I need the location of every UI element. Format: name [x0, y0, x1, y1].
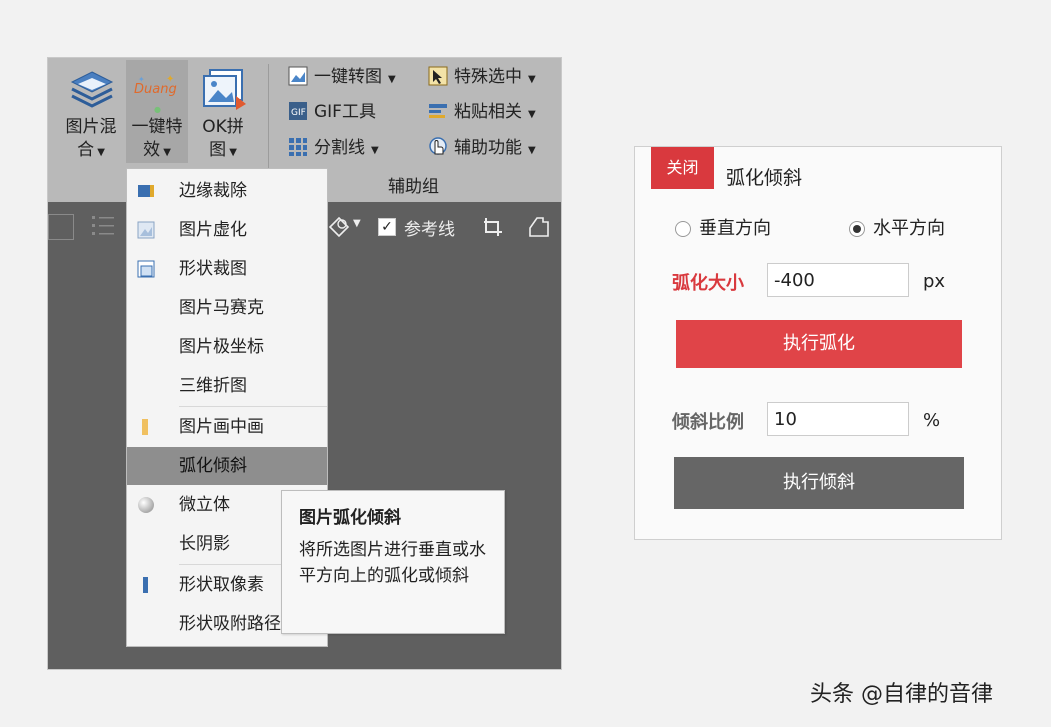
chevron-down-icon: ▼ — [226, 147, 237, 158]
select-icon — [428, 66, 448, 86]
one-click-convert-button[interactable]: 一键转图 ▼ — [288, 63, 396, 91]
image-blend-label-2: 合 — [77, 140, 95, 160]
ok-puzzle-button[interactable]: OK拼 图 ▼ — [192, 60, 254, 163]
sphere-icon — [138, 497, 154, 513]
radio-button[interactable] — [675, 221, 691, 237]
guide-checkbox[interactable]: ✓ — [378, 218, 396, 236]
radio-horizontal[interactable]: 水平方向 — [849, 217, 945, 241]
menu-item-label: 三维折图 — [179, 376, 247, 396]
shape-outline-icon[interactable] — [528, 216, 550, 238]
chevron-down-icon: ▼ — [371, 145, 379, 156]
ok-puzzle-label-2: 图 — [209, 140, 227, 160]
tilt-ratio-label: 倾斜比例 — [672, 412, 744, 433]
menu-item-edge-crop[interactable]: 边缘裁除 — [127, 172, 327, 210]
radio-vertical-label: 垂直方向 — [699, 218, 771, 239]
image-blend-label-1: 图片混 — [65, 117, 117, 137]
panel-title: 弧化倾斜 — [726, 167, 803, 189]
arc-unit: px — [923, 271, 946, 292]
assist-function-label: 辅助功能 — [454, 138, 522, 158]
menu-item-label: 形状裁图 — [179, 259, 247, 279]
assist-icon — [429, 137, 447, 155]
ok-puzzle-label-1: OK拼 — [202, 117, 244, 137]
gif-icon: GIF — [289, 102, 307, 120]
menu-item-label: 弧化倾斜 — [179, 456, 247, 476]
tooltip-title: 图片弧化倾斜 — [299, 508, 401, 528]
menu-item-arc-tilt[interactable]: 弧化倾斜 — [127, 447, 327, 485]
crop-align-icon[interactable] — [482, 216, 504, 238]
puzzle-image-icon — [203, 69, 246, 110]
shape-crop-icon — [137, 260, 155, 278]
shape-select-icon[interactable] — [328, 216, 350, 238]
tooltip-body: 将所选图片进行垂直或水平方向上的弧化或倾斜 — [299, 540, 486, 586]
paste-related-button[interactable]: 粘贴相关 ▼ — [428, 98, 536, 126]
gif-tool-button[interactable]: GIF GIF工具 — [288, 98, 376, 126]
grid-icon — [289, 138, 307, 156]
assist-function-button[interactable]: 辅助功能 ▼ — [428, 134, 536, 162]
chevron-down-icon: ▼ — [528, 74, 536, 85]
menu-separator — [179, 406, 327, 407]
one-click-convert-label: 一键转图 — [314, 67, 382, 87]
menu-item-label: 图片极坐标 — [179, 337, 264, 357]
paste-icon — [429, 104, 447, 118]
paste-related-label: 粘贴相关 — [454, 102, 522, 122]
one-click-effect-button[interactable]: Duang ✦ ✦ ● 一键特 效 ▼ — [126, 60, 188, 163]
execute-arc-button[interactable]: 执行弧化 — [676, 320, 962, 368]
special-select-button[interactable]: 特殊选中 ▼ — [428, 63, 536, 91]
close-button[interactable]: 关闭 — [651, 147, 714, 189]
image-blend-button[interactable]: 图片混 合 ▼ — [60, 60, 122, 163]
arc-size-input[interactable] — [767, 263, 909, 297]
arc-size-label: 弧化大小 — [672, 273, 744, 294]
one-click-effect-label-1: 一键特 — [131, 117, 183, 137]
gif-tool-label: GIF工具 — [314, 102, 376, 122]
group-label: 辅助组 — [388, 177, 439, 197]
menu-tooltip: 图片弧化倾斜 将所选图片进行垂直或水平方向上的弧化或倾斜 — [281, 490, 505, 634]
radio-horizontal-label: 水平方向 — [873, 218, 945, 239]
duang-icon: Duang ✦ ✦ ● — [134, 74, 177, 114]
menu-item-label: 图片马赛克 — [179, 298, 264, 318]
divider-line-label: 分割线 — [314, 138, 365, 158]
layers-icon — [70, 71, 114, 108]
chevron-down-icon[interactable]: ▼ — [353, 218, 361, 229]
pixel-icon — [143, 577, 148, 593]
guide-line-label: 参考线 — [404, 220, 455, 240]
execute-tilt-button[interactable]: 执行倾斜 — [674, 457, 964, 509]
menu-item-image-blur[interactable]: 图片虚化 — [127, 211, 327, 249]
crop-icon — [138, 185, 154, 197]
chevron-down-icon: ▼ — [528, 145, 536, 156]
special-select-label: 特殊选中 — [454, 67, 522, 87]
pip-icon — [142, 419, 148, 435]
menu-item-polar-coordinates[interactable]: 图片极坐标 — [127, 328, 327, 366]
menu-item-label: 形状吸附路径 — [179, 614, 281, 634]
radio-button-checked[interactable] — [849, 221, 865, 237]
divider-line-button[interactable]: 分割线 ▼ — [288, 134, 379, 162]
arc-tilt-panel: 关闭 弧化倾斜 垂直方向 水平方向 弧化大小 px 执行弧化 倾斜比例 % 执行… — [634, 146, 1002, 540]
list-icon[interactable] — [92, 214, 114, 238]
menu-item-label: 长阴影 — [179, 534, 230, 554]
chevron-down-icon: ▼ — [94, 147, 105, 158]
menu-item-picture-in-picture[interactable]: 图片画中画 — [127, 408, 327, 446]
watermark: 头条 @自律的音律 — [810, 682, 993, 707]
tilt-ratio-input[interactable] — [767, 402, 909, 436]
menu-item-label: 微立体 — [179, 495, 230, 515]
tilt-unit: % — [923, 410, 941, 431]
convert-icon — [288, 66, 308, 86]
one-click-effect-label-2: 效 — [143, 140, 161, 160]
radio-vertical[interactable]: 垂直方向 — [675, 217, 771, 241]
checkbox-frame-icon[interactable] — [48, 214, 74, 240]
menu-item-shape-crop[interactable]: 形状裁图 — [127, 250, 327, 288]
menu-item-label: 图片画中画 — [179, 417, 264, 437]
menu-item-label: 边缘裁除 — [179, 181, 247, 201]
menu-item-3d-fold[interactable]: 三维折图 — [127, 367, 327, 405]
app-screenshot: 图片混 合 ▼ Duang ✦ ✦ ● 一键特 效 ▼ OK拼 图 ▼ 一键转图… — [47, 57, 562, 670]
chevron-down-icon: ▼ — [160, 147, 171, 158]
svg-text:GIF: GIF — [291, 108, 306, 118]
chevron-down-icon: ▼ — [388, 74, 396, 85]
menu-item-label: 图片虚化 — [179, 220, 247, 240]
menu-item-label: 形状取像素 — [179, 575, 264, 595]
blur-icon — [137, 221, 155, 239]
menu-item-mosaic[interactable]: 图片马赛克 — [127, 289, 327, 327]
chevron-down-icon: ▼ — [528, 109, 536, 120]
